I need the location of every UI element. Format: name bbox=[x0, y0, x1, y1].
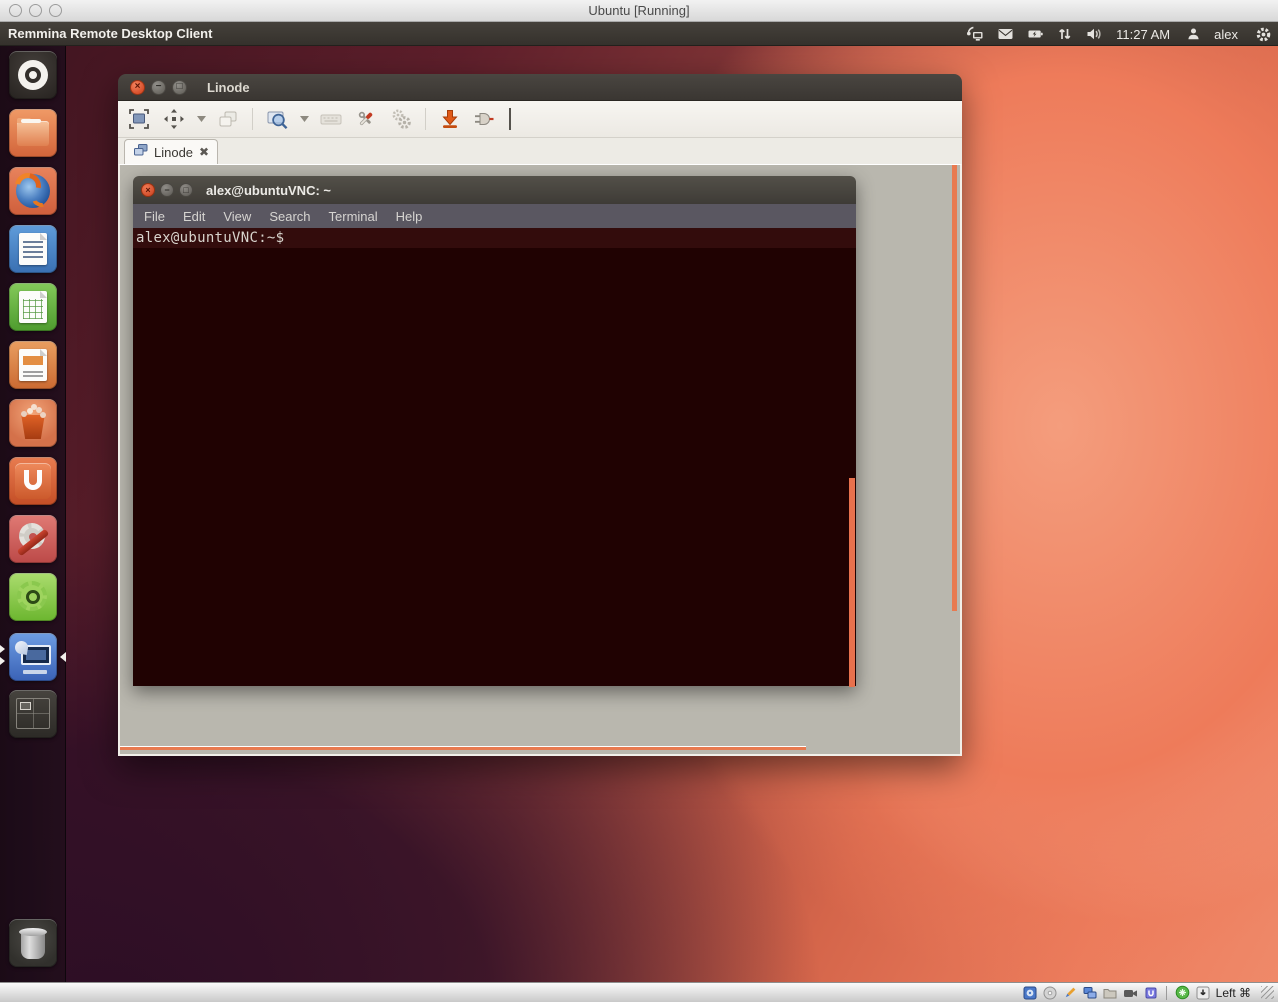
volume-icon[interactable] bbox=[1085, 26, 1103, 42]
terminal-minimize-button[interactable]: − bbox=[160, 183, 174, 197]
statusbar-separator bbox=[1166, 986, 1167, 1000]
remmina-tabbar: Linode ✖ bbox=[118, 138, 962, 164]
window-maximize-button[interactable]: □ bbox=[172, 80, 187, 95]
launcher-system-settings-icon[interactable] bbox=[9, 515, 57, 563]
launcher-libreoffice-calc-icon[interactable] bbox=[9, 283, 57, 331]
terminal-edge-stripe bbox=[849, 478, 855, 687]
terminal-close-button[interactable]: × bbox=[141, 183, 155, 197]
terminal-window-title: alex@ubuntuVNC: ~ bbox=[206, 183, 331, 198]
window-minimize-button[interactable]: − bbox=[151, 80, 166, 95]
launcher-ubuntu-one-icon[interactable] bbox=[9, 457, 57, 505]
viewport-edge-stripe-right bbox=[952, 165, 957, 611]
connection-tab-linode[interactable]: Linode ✖ bbox=[124, 139, 218, 164]
clock[interactable]: 11:27 AM bbox=[1116, 27, 1170, 42]
screen: Ubuntu [Running] Remmina Remote Desktop … bbox=[0, 0, 1278, 1002]
focused-indicator-arrow bbox=[60, 652, 66, 662]
desktop-wallpaper: × − □ Linode bbox=[0, 46, 1278, 1002]
menu-file[interactable]: File bbox=[135, 209, 174, 224]
terminal-prompt: alex@ubuntuVNC:~$ bbox=[133, 228, 856, 248]
toolbar-end-separator bbox=[509, 108, 511, 130]
sync-arrows-icon[interactable] bbox=[1057, 26, 1072, 42]
menu-edit[interactable]: Edit bbox=[174, 209, 214, 224]
remote-desktop-viewport[interactable]: × − □ alex@ubuntuVNC: ~ File Edit View S… bbox=[118, 164, 962, 756]
launcher-firefox-icon[interactable] bbox=[9, 167, 57, 215]
pen-icon[interactable] bbox=[1063, 986, 1077, 1000]
launcher-software-updater-icon[interactable] bbox=[9, 573, 57, 621]
keyboard-capture-icon[interactable] bbox=[1196, 986, 1210, 1000]
duplicate-icon[interactable] bbox=[215, 106, 241, 132]
window-close-button[interactable]: × bbox=[130, 80, 145, 95]
terminal-content[interactable]: alex@ubuntuVNC:~$ bbox=[133, 228, 856, 686]
fit-window-icon[interactable] bbox=[161, 106, 187, 132]
battery-icon[interactable] bbox=[1027, 26, 1044, 42]
tab-close-icon[interactable]: ✖ bbox=[199, 145, 209, 159]
menu-help[interactable]: Help bbox=[387, 209, 432, 224]
video-capture-icon[interactable] bbox=[1123, 986, 1138, 1000]
running-indicator-arrow bbox=[0, 657, 5, 665]
remmina-window: × − □ Linode bbox=[118, 74, 962, 756]
terminal-titlebar[interactable]: × − □ alex@ubuntuVNC: ~ bbox=[133, 176, 856, 204]
launcher-home-folder-icon[interactable] bbox=[9, 109, 57, 157]
mail-icon[interactable] bbox=[997, 26, 1014, 42]
menu-search[interactable]: Search bbox=[260, 209, 319, 224]
vm-window-titlebar[interactable]: Ubuntu [Running] bbox=[0, 0, 1278, 22]
launcher-libreoffice-writer-icon[interactable] bbox=[9, 225, 57, 273]
launcher-remmina-icon[interactable] bbox=[9, 633, 57, 681]
system-tray: 11:27 AM alex bbox=[965, 22, 1272, 46]
username-label[interactable]: alex bbox=[1214, 27, 1238, 42]
launcher-workspace-switcher-icon[interactable] bbox=[9, 690, 57, 738]
terminal-window: × − □ alex@ubuntuVNC: ~ File Edit View S… bbox=[133, 176, 856, 686]
viewport-edge-stripe-bottom bbox=[120, 746, 806, 750]
session-gear-icon[interactable] bbox=[1255, 26, 1272, 43]
toolbar-separator bbox=[252, 108, 253, 130]
terminal-window-buttons: × − □ bbox=[141, 183, 193, 197]
scale-dropdown-icon[interactable] bbox=[299, 106, 309, 132]
terminal-maximize-button[interactable]: □ bbox=[179, 183, 193, 197]
launcher-dash-home-icon[interactable] bbox=[9, 51, 57, 99]
user-icon[interactable] bbox=[1186, 26, 1201, 42]
optical-disc-icon[interactable] bbox=[1043, 986, 1057, 1000]
menu-terminal[interactable]: Terminal bbox=[320, 209, 387, 224]
terminal-menubar: File Edit View Search Terminal Help bbox=[133, 204, 856, 228]
download-arrow-icon[interactable] bbox=[437, 106, 463, 132]
ubuntu-top-panel: Remmina Remote Desktop Client bbox=[0, 22, 1278, 46]
launcher-software-center-icon[interactable] bbox=[9, 399, 57, 447]
toolbar-separator bbox=[425, 108, 426, 130]
hard-disk-icon[interactable] bbox=[1023, 986, 1037, 1000]
vm-window-title: Ubuntu [Running] bbox=[0, 0, 1278, 22]
launcher-libreoffice-impress-icon[interactable] bbox=[9, 341, 57, 389]
unity-launcher bbox=[0, 46, 66, 982]
fit-window-dropdown-icon[interactable] bbox=[196, 106, 206, 132]
active-app-title[interactable]: Remmina Remote Desktop Client bbox=[0, 26, 212, 41]
launcher-trash-icon[interactable] bbox=[9, 919, 57, 967]
disconnect-plug-icon[interactable] bbox=[472, 106, 498, 132]
resize-grip[interactable] bbox=[1261, 986, 1274, 999]
menu-view[interactable]: View bbox=[214, 209, 260, 224]
shared-folders-icon[interactable] bbox=[1103, 986, 1117, 1000]
keyboard-icon[interactable] bbox=[318, 106, 344, 132]
scale-magnifier-icon[interactable] bbox=[264, 106, 290, 132]
mouse-integration-icon[interactable] bbox=[1175, 985, 1190, 1000]
network-icon[interactable] bbox=[965, 26, 984, 42]
remmina-window-buttons: × − □ bbox=[130, 80, 193, 95]
remmina-toolbar bbox=[118, 101, 962, 138]
vm-features-icon[interactable] bbox=[1144, 986, 1158, 1000]
preferences-tools-icon[interactable] bbox=[353, 106, 379, 132]
vbox-status-bar: Left ⌘ bbox=[0, 982, 1278, 1002]
fullscreen-icon[interactable] bbox=[126, 106, 152, 132]
running-indicator-arrow bbox=[0, 645, 5, 653]
remmina-window-title: Linode bbox=[207, 80, 250, 95]
network-adapters-icon[interactable] bbox=[1083, 986, 1097, 1000]
plugins-gears-icon[interactable] bbox=[388, 106, 414, 132]
host-key-label: Left ⌘ bbox=[1216, 986, 1251, 1000]
remmina-titlebar[interactable]: × − □ Linode bbox=[118, 74, 962, 101]
tab-connection-icon bbox=[133, 143, 148, 162]
tab-label: Linode bbox=[154, 145, 193, 160]
